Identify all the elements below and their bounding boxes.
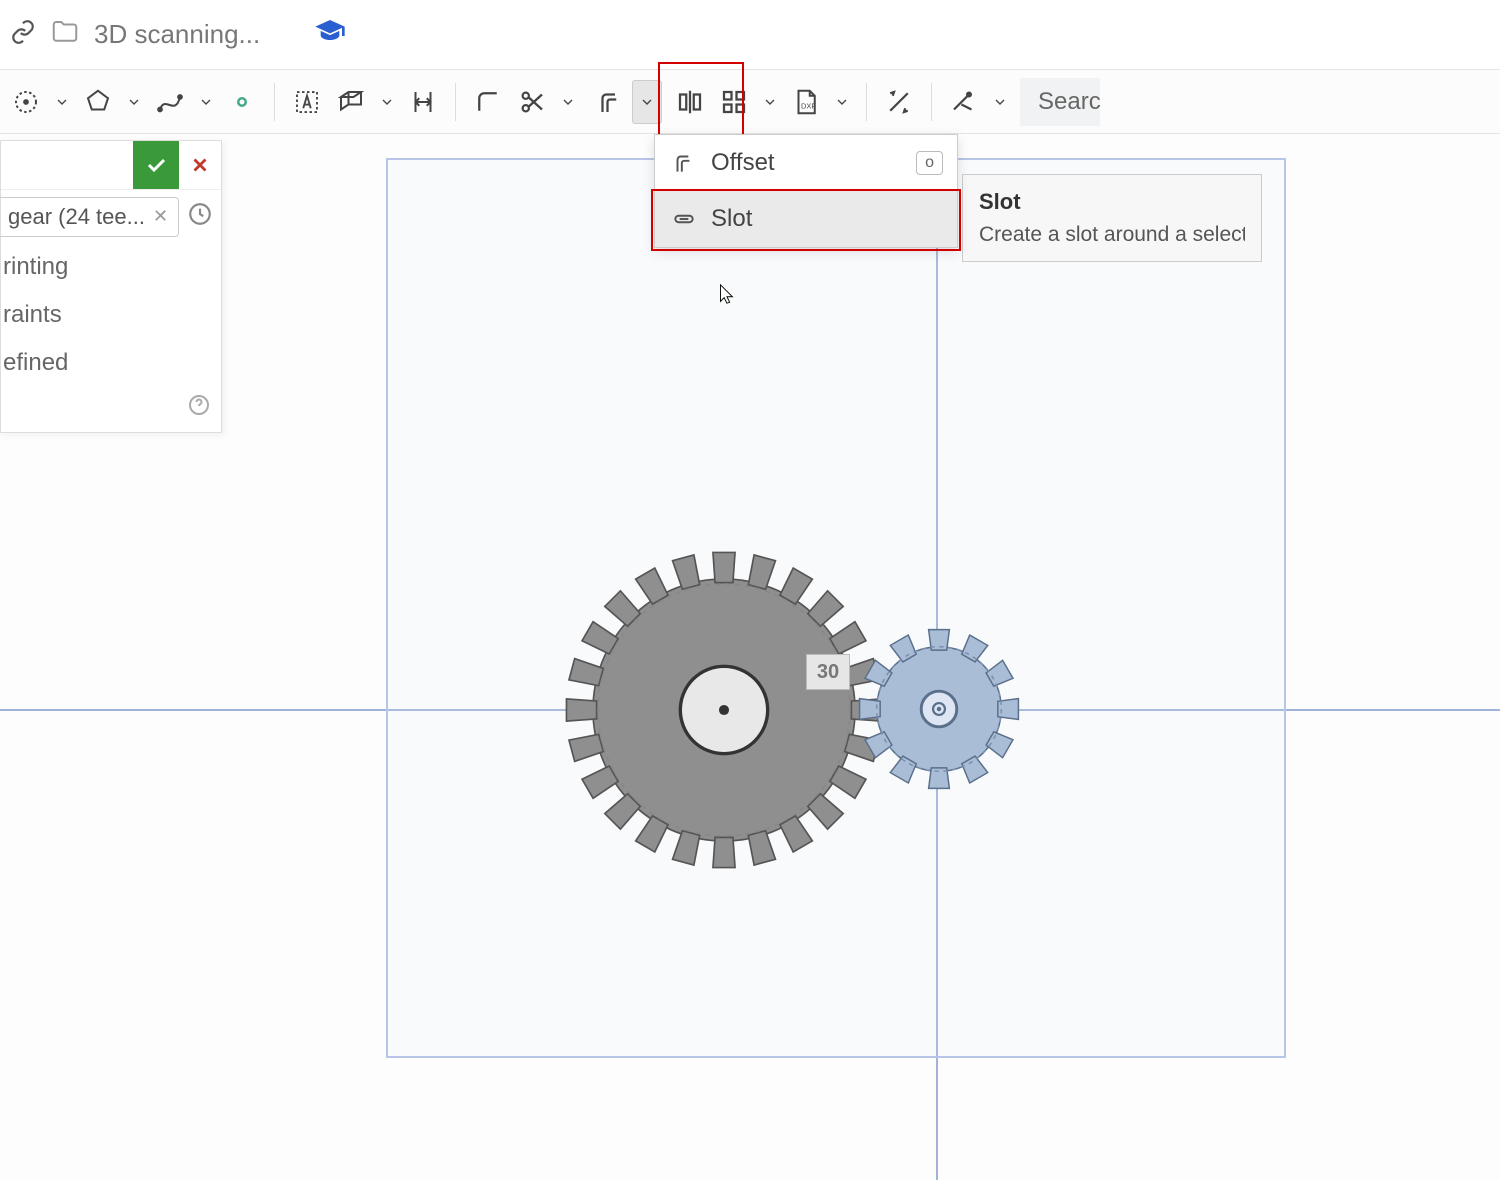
polygon-tool-chevron[interactable] bbox=[120, 74, 148, 130]
separator bbox=[866, 83, 867, 121]
trim-tool-button[interactable] bbox=[510, 74, 554, 130]
plane-tool-chevron[interactable] bbox=[373, 74, 401, 130]
toolbar-search[interactable]: Search bbox=[1020, 78, 1100, 126]
separator bbox=[455, 83, 456, 121]
property-panel: gear (24 tee... ✕ rinting raints efined bbox=[0, 140, 222, 433]
dropdown-item-label: Slot bbox=[711, 205, 752, 233]
dxf-export-button[interactable]: DXF bbox=[784, 74, 828, 130]
polygon-tool-button[interactable] bbox=[76, 74, 120, 130]
graduation-cap-icon[interactable] bbox=[314, 16, 346, 53]
plane-tool-button[interactable] bbox=[329, 74, 373, 130]
folder-icon[interactable] bbox=[50, 17, 80, 52]
separator bbox=[274, 83, 275, 121]
spline-tool-chevron[interactable] bbox=[192, 74, 220, 130]
breadcrumb-folder[interactable]: 3D scanning... bbox=[94, 19, 260, 50]
small-gear[interactable] bbox=[850, 620, 1028, 798]
dropdown-item-label: Offset bbox=[711, 149, 775, 177]
large-gear[interactable] bbox=[556, 542, 892, 878]
panel-footer bbox=[1, 387, 221, 432]
pattern-tool-chevron[interactable] bbox=[756, 74, 784, 130]
chip-remove-icon[interactable]: ✕ bbox=[153, 206, 168, 227]
circle-tool-chevron[interactable] bbox=[48, 74, 76, 130]
transform-tool-button[interactable] bbox=[877, 74, 921, 130]
spline-tool-button[interactable] bbox=[148, 74, 192, 130]
panel-header bbox=[1, 141, 221, 189]
topbar: 3D scanning... bbox=[0, 0, 1500, 70]
dropdown-item-slot[interactable]: Slot bbox=[655, 191, 957, 247]
constraint-tool-chevron[interactable] bbox=[986, 74, 1014, 130]
offset-tool-button[interactable] bbox=[588, 74, 632, 130]
panel-option[interactable]: efined bbox=[1, 339, 221, 387]
pattern-tool-button[interactable] bbox=[712, 74, 756, 130]
link-icon[interactable] bbox=[10, 19, 36, 50]
constraint-tool-button[interactable] bbox=[942, 74, 986, 130]
panel-selection-row: gear (24 tee... ✕ bbox=[1, 189, 221, 243]
panel-option[interactable]: raints bbox=[1, 291, 221, 339]
history-icon[interactable] bbox=[187, 201, 213, 232]
dropdown-item-offset[interactable]: Offset o bbox=[655, 135, 957, 191]
selection-chip[interactable]: gear (24 tee... ✕ bbox=[0, 197, 179, 237]
sketch-canvas[interactable]: 30 bbox=[0, 134, 1500, 1180]
toolbar: DXF Search bbox=[0, 70, 1500, 134]
chip-label: gear (24 tee... bbox=[8, 204, 145, 230]
trim-tool-chevron[interactable] bbox=[554, 74, 582, 130]
dropdown-shortcut: o bbox=[916, 151, 943, 175]
help-icon[interactable] bbox=[187, 393, 211, 422]
tooltip-description: Create a slot around a selecte bbox=[979, 223, 1245, 247]
dxf-export-chevron[interactable] bbox=[828, 74, 856, 130]
cancel-button[interactable] bbox=[179, 141, 221, 189]
tooltip-title: Slot bbox=[979, 189, 1245, 215]
text-tool-button[interactable] bbox=[285, 74, 329, 130]
circle-tool-button[interactable] bbox=[4, 74, 48, 130]
offset-dropdown: Offset o Slot bbox=[654, 134, 958, 248]
search-placeholder: Search bbox=[1038, 88, 1100, 116]
mirror-tool-button[interactable] bbox=[668, 74, 712, 130]
dimension-badge[interactable]: 30 bbox=[806, 654, 850, 690]
dimension-tool-button[interactable] bbox=[401, 74, 445, 130]
tooltip-slot: Slot Create a slot around a selecte bbox=[962, 174, 1262, 262]
panel-option[interactable]: rinting bbox=[1, 243, 221, 291]
offset-tool-chevron[interactable] bbox=[632, 80, 662, 124]
confirm-button[interactable] bbox=[133, 141, 179, 189]
svg-text:DXF: DXF bbox=[801, 101, 816, 110]
separator bbox=[931, 83, 932, 121]
fillet-tool-button[interactable] bbox=[466, 74, 510, 130]
point-tool-button[interactable] bbox=[220, 74, 264, 130]
